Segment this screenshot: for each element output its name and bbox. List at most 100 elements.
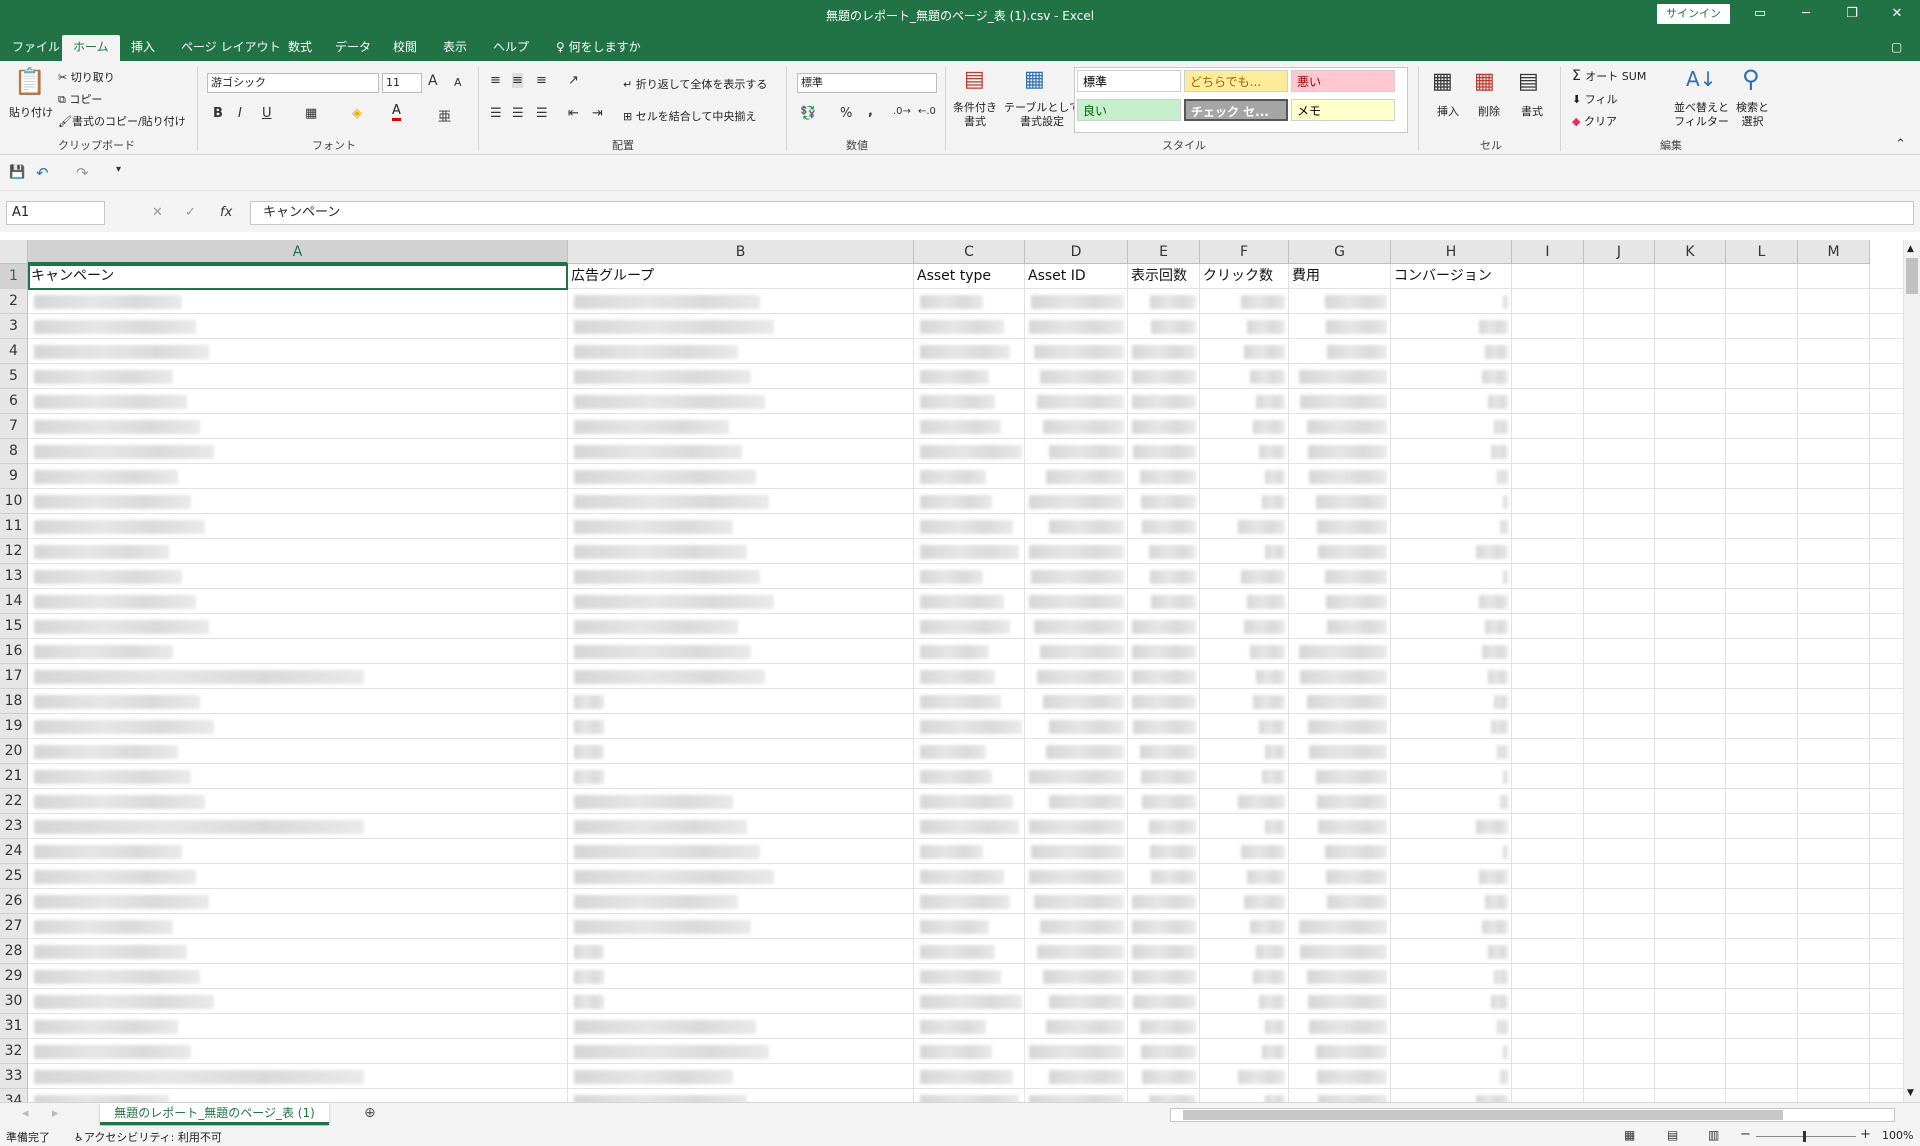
comma-button[interactable]: , xyxy=(868,104,873,119)
redacted-cell[interactable] xyxy=(574,420,729,434)
header-cell[interactable]: 広告グループ xyxy=(568,264,914,289)
redacted-cell[interactable] xyxy=(1132,695,1196,709)
row-header[interactable]: 15 xyxy=(0,614,28,639)
redacted-cell[interactable] xyxy=(920,470,986,484)
redacted-cell[interactable] xyxy=(34,320,196,334)
row-header[interactable]: 31 xyxy=(0,1014,28,1039)
redacted-cell[interactable] xyxy=(1247,320,1285,334)
redacted-cell[interactable] xyxy=(1250,370,1285,384)
redacted-cell[interactable] xyxy=(574,745,604,759)
redacted-cell[interactable] xyxy=(34,1070,364,1084)
redacted-cell[interactable] xyxy=(34,745,178,759)
redacted-cell[interactable] xyxy=(1132,670,1196,684)
collapse-ribbon-icon[interactable]: ⌃ xyxy=(1895,137,1906,152)
redacted-cell[interactable] xyxy=(34,995,214,1009)
column-header-d[interactable]: D xyxy=(1025,240,1128,264)
redacted-cell[interactable] xyxy=(34,920,173,934)
formula-input[interactable]: キャンペーン xyxy=(250,201,1914,225)
row-header[interactable]: 32 xyxy=(0,1039,28,1064)
font-size-select[interactable]: 11 xyxy=(382,73,422,93)
align-top-icon[interactable]: ≡ xyxy=(490,73,501,88)
row-header[interactable]: 24 xyxy=(0,839,28,864)
redacted-cell[interactable] xyxy=(1497,745,1508,759)
redacted-cell[interactable] xyxy=(1325,295,1387,309)
redacted-cell[interactable] xyxy=(1151,870,1196,884)
close-icon[interactable]: ✕ xyxy=(1874,0,1920,30)
header-cell[interactable]: 費用 xyxy=(1289,264,1391,289)
borders-icon[interactable]: ▦ xyxy=(305,106,317,121)
redacted-cell[interactable] xyxy=(34,470,178,484)
row-header[interactable]: 14 xyxy=(0,589,28,614)
redacted-cell[interactable] xyxy=(574,970,604,984)
redacted-cell[interactable] xyxy=(1133,445,1196,459)
redacted-cell[interactable] xyxy=(1241,295,1285,309)
redacted-cell[interactable] xyxy=(1327,345,1387,359)
redacted-cell[interactable] xyxy=(574,570,760,584)
row-header[interactable]: 7 xyxy=(0,414,28,439)
redacted-cell[interactable] xyxy=(1503,845,1508,859)
italic-button[interactable]: I xyxy=(238,106,242,121)
redacted-cell[interactable] xyxy=(1141,770,1196,784)
redacted-cell[interactable] xyxy=(920,895,1010,909)
redacted-cell[interactable] xyxy=(34,1020,178,1034)
redacted-cell[interactable] xyxy=(1250,920,1285,934)
redacted-cell[interactable] xyxy=(1029,820,1124,834)
redacted-cell[interactable] xyxy=(574,395,765,409)
zoom-slider[interactable] xyxy=(1756,1136,1856,1137)
redacted-cell[interactable] xyxy=(1308,995,1387,1009)
tab-insert[interactable]: 挿入 xyxy=(120,35,166,61)
redacted-cell[interactable] xyxy=(1503,770,1508,784)
cell-style-3[interactable]: 良い xyxy=(1077,99,1181,121)
redacted-cell[interactable] xyxy=(574,470,756,484)
row-header[interactable]: 29 xyxy=(0,964,28,989)
row-header[interactable]: 3 xyxy=(0,314,28,339)
column-header-k[interactable]: K xyxy=(1655,240,1726,264)
redacted-cell[interactable] xyxy=(1326,320,1387,334)
redacted-cell[interactable] xyxy=(34,670,364,684)
tell-me-search[interactable]: ♀ 何をしますか xyxy=(545,35,652,61)
row-header[interactable]: 33 xyxy=(0,1064,28,1089)
redacted-cell[interactable] xyxy=(1497,1020,1508,1034)
redacted-cell[interactable] xyxy=(574,1045,769,1059)
redacted-cell[interactable] xyxy=(574,770,604,784)
format-cells-button[interactable]: 書式 xyxy=(1521,103,1543,119)
header-cell[interactable]: Asset ID xyxy=(1025,264,1128,289)
name-box[interactable]: A1 xyxy=(6,201,105,225)
redacted-cell[interactable] xyxy=(1140,1020,1196,1034)
redacted-cell[interactable] xyxy=(1309,470,1387,484)
tab-view[interactable]: 表示 xyxy=(432,35,478,61)
tab-file[interactable]: ファイル xyxy=(1,35,71,61)
redacted-cell[interactable] xyxy=(1049,520,1124,534)
delete-cells-icon[interactable]: ▦ xyxy=(1474,69,1495,94)
redacted-cell[interactable] xyxy=(1031,570,1124,584)
redacted-cell[interactable] xyxy=(1150,295,1196,309)
redacted-cell[interactable] xyxy=(1307,420,1387,434)
conditional-format-icon[interactable]: ▤ xyxy=(964,67,985,92)
redacted-cell[interactable] xyxy=(1485,620,1508,634)
redacted-cell[interactable] xyxy=(574,695,604,709)
row-header[interactable]: 17 xyxy=(0,664,28,689)
redacted-cell[interactable] xyxy=(1142,520,1196,534)
redacted-cell[interactable] xyxy=(1029,770,1124,784)
redacted-cell[interactable] xyxy=(1244,620,1285,634)
column-header-e[interactable]: E xyxy=(1128,240,1200,264)
redacted-cell[interactable] xyxy=(1316,495,1387,509)
redacted-cell[interactable] xyxy=(1132,895,1196,909)
redacted-cell[interactable] xyxy=(1132,945,1196,959)
redacted-cell[interactable] xyxy=(920,1020,986,1034)
redacted-cell[interactable] xyxy=(1043,695,1124,709)
autosum-button[interactable]: Σ オート SUM xyxy=(1572,68,1646,84)
redacted-cell[interactable] xyxy=(574,670,765,684)
row-header[interactable]: 12 xyxy=(0,539,28,564)
redacted-cell[interactable] xyxy=(1265,545,1285,559)
redacted-cell[interactable] xyxy=(1034,895,1124,909)
scroll-down-icon[interactable]: ▼ xyxy=(1907,1088,1914,1098)
redacted-cell[interactable] xyxy=(920,370,989,384)
redacted-cell[interactable] xyxy=(574,345,738,359)
redacted-cell[interactable] xyxy=(1500,1070,1508,1084)
redacted-cell[interactable] xyxy=(1309,1020,1387,1034)
redacted-cell[interactable] xyxy=(1491,445,1508,459)
row-header[interactable]: 22 xyxy=(0,789,28,814)
row-header[interactable]: 2 xyxy=(0,289,28,314)
redacted-cell[interactable] xyxy=(1265,745,1285,759)
